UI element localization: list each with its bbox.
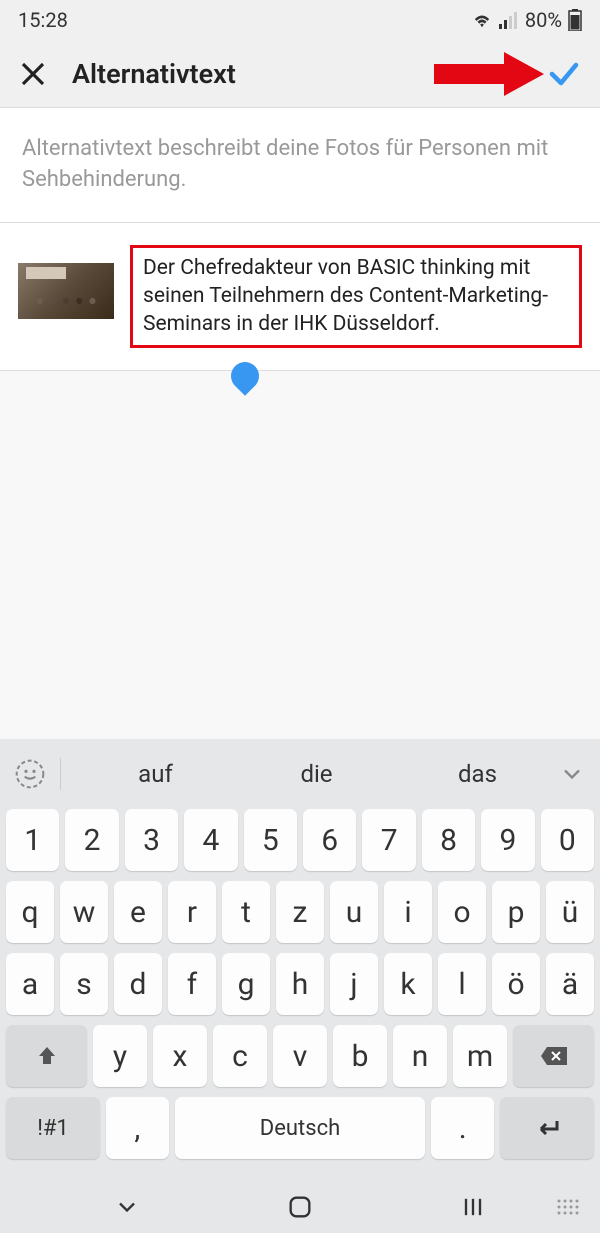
sticker-icon[interactable] — [14, 758, 46, 790]
suggestion-3[interactable]: das — [397, 760, 558, 788]
key-r[interactable]: r — [168, 881, 216, 943]
key-z[interactable]: z — [276, 881, 324, 943]
key-4[interactable]: 4 — [184, 809, 237, 871]
chevron-down-icon[interactable] — [558, 760, 586, 788]
battery-icon — [568, 9, 582, 31]
key-shift[interactable] — [6, 1025, 87, 1087]
key-l[interactable]: l — [438, 953, 486, 1015]
key-b[interactable]: b — [333, 1025, 387, 1087]
nav-recent-icon[interactable] — [459, 1193, 487, 1221]
status-time: 15:28 — [18, 8, 68, 32]
key-2[interactable]: 2 — [65, 809, 118, 871]
keyboard-toggle-icon[interactable] — [556, 1198, 580, 1216]
key-row-3: a s d f g h j k l ö ä — [6, 953, 594, 1015]
alt-text-row: Der Chefredakteur von BASIC thinking mit… — [0, 223, 600, 371]
key-q[interactable]: q — [6, 881, 54, 943]
suggestion-row: auf die das — [6, 747, 594, 801]
key-space[interactable]: Deutsch — [175, 1097, 426, 1159]
key-h[interactable]: h — [276, 953, 324, 1015]
status-right: 80% — [471, 8, 582, 32]
close-icon[interactable] — [18, 59, 48, 89]
status-bar: 15:28 80% — [0, 0, 600, 40]
key-e[interactable]: e — [114, 881, 162, 943]
key-backspace[interactable] — [513, 1025, 594, 1087]
key-f[interactable]: f — [168, 953, 216, 1015]
key-p[interactable]: p — [492, 881, 540, 943]
nav-back-icon[interactable] — [113, 1193, 141, 1221]
battery-percentage: 80% — [525, 8, 562, 32]
key-s[interactable]: s — [60, 953, 108, 1015]
key-8[interactable]: 8 — [422, 809, 475, 871]
nav-home-icon[interactable] — [286, 1193, 314, 1221]
divider — [60, 758, 61, 790]
key-ue[interactable]: ü — [546, 881, 594, 943]
key-comma[interactable]: , — [106, 1097, 169, 1159]
key-w[interactable]: w — [60, 881, 108, 943]
key-u[interactable]: u — [330, 881, 378, 943]
key-enter[interactable] — [500, 1097, 594, 1159]
key-n[interactable]: n — [393, 1025, 447, 1087]
key-7[interactable]: 7 — [362, 809, 415, 871]
key-v[interactable]: v — [273, 1025, 327, 1087]
key-oe[interactable]: ö — [492, 953, 540, 1015]
key-c[interactable]: c — [213, 1025, 267, 1087]
header-bar: Alternativtext — [0, 40, 600, 108]
key-m[interactable]: m — [453, 1025, 507, 1087]
key-6[interactable]: 6 — [303, 809, 356, 871]
key-1[interactable]: 1 — [6, 809, 59, 871]
key-3[interactable]: 3 — [125, 809, 178, 871]
key-i[interactable]: i — [384, 881, 432, 943]
key-x[interactable]: x — [153, 1025, 207, 1087]
suggestion-1[interactable]: auf — [75, 760, 236, 788]
key-o[interactable]: o — [438, 881, 486, 943]
photo-thumbnail — [18, 263, 114, 319]
alt-text-highlight-box: Der Chefredakteur von BASIC thinking mit… — [130, 245, 582, 348]
key-symbols[interactable]: !#1 — [6, 1097, 100, 1159]
wifi-icon — [471, 11, 493, 29]
key-5[interactable]: 5 — [244, 809, 297, 871]
alt-text-input[interactable]: Der Chefredakteur von BASIC thinking mit… — [143, 254, 569, 339]
text-cursor-handle[interactable] — [225, 356, 265, 396]
red-arrow-annotation — [434, 52, 544, 96]
suggestion-2[interactable]: die — [236, 760, 397, 788]
page-title: Alternativtext — [72, 58, 236, 90]
key-d[interactable]: d — [114, 953, 162, 1015]
key-a[interactable]: a — [6, 953, 54, 1015]
key-t[interactable]: t — [222, 881, 270, 943]
confirm-check-button[interactable] — [546, 56, 582, 92]
key-j[interactable]: j — [330, 953, 378, 1015]
key-row-numbers: 1 2 3 4 5 6 7 8 9 0 — [6, 809, 594, 871]
key-row-5: !#1 , Deutsch . — [6, 1097, 594, 1159]
key-row-4: y x c v b n m — [6, 1025, 594, 1087]
nav-bar — [0, 1181, 600, 1233]
key-ae[interactable]: ä — [546, 953, 594, 1015]
signal-icon — [499, 11, 519, 29]
key-0[interactable]: 0 — [541, 809, 594, 871]
key-period[interactable]: . — [431, 1097, 494, 1159]
keyboard: auf die das 1 2 3 4 5 6 7 8 9 0 q w e r … — [0, 739, 600, 1181]
key-9[interactable]: 9 — [481, 809, 534, 871]
key-g[interactable]: g — [222, 953, 270, 1015]
key-row-2: q w e r t z u i o p ü — [6, 881, 594, 943]
key-k[interactable]: k — [384, 953, 432, 1015]
description-text: Alternativtext beschreibt deine Fotos fü… — [0, 108, 600, 223]
key-y[interactable]: y — [93, 1025, 147, 1087]
